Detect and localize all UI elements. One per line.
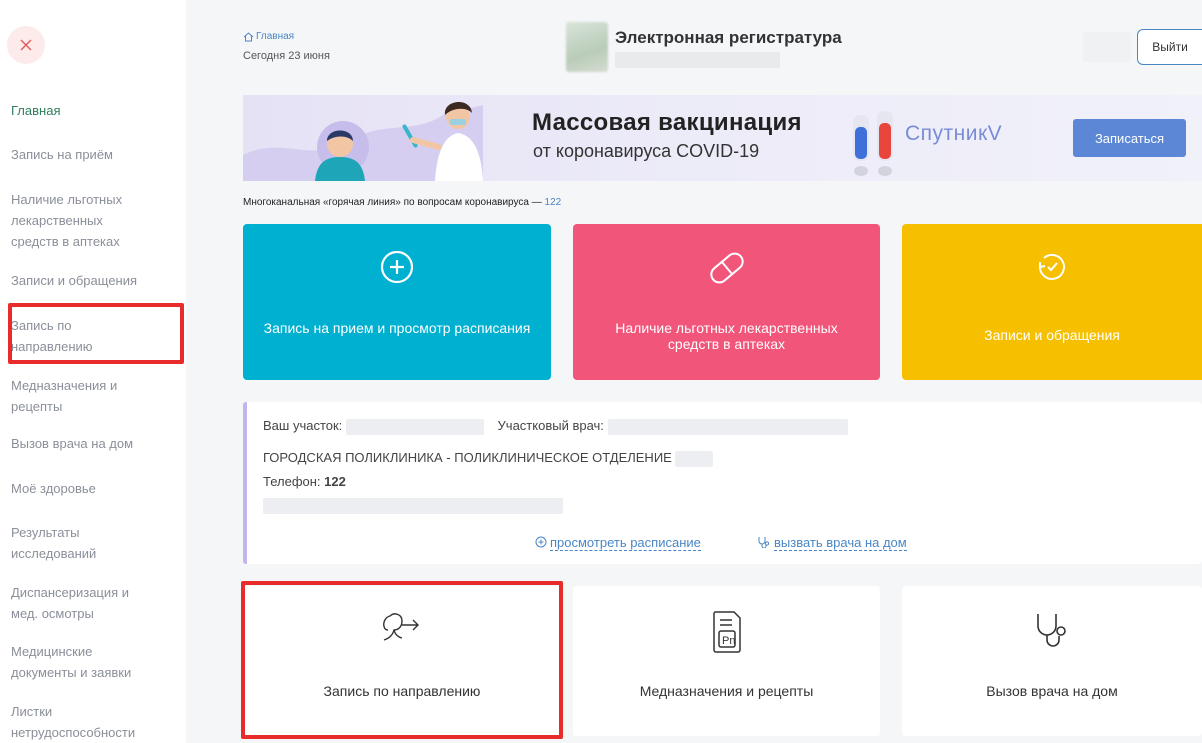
banner-subtitle: от коронавируса COVID-19 — [533, 141, 760, 161]
sidebar-item-home[interactable]: Главная — [11, 100, 176, 121]
vaccine-vials-icon — [853, 111, 893, 176]
sputnik-v-logo: СпутникV — [905, 122, 1003, 145]
hotline-number[interactable]: 122 — [545, 197, 562, 208]
breadcrumb[interactable]: Главная — [243, 31, 294, 42]
sidebar-item-medicines[interactable]: Наличие льготных лекарственных средств в… — [11, 189, 141, 252]
phone-row: Телефон: 122 — [263, 474, 346, 489]
clinic-row: ГОРОДСКАЯ ПОЛИКЛИНИКА - ПОЛИКЛИНИЧЕСКОЕ … — [263, 450, 714, 467]
stethoscope-small-icon — [758, 537, 770, 548]
hotline-info: Многоканальная «горячая линия» по вопрос… — [243, 197, 561, 208]
vaccination-banner: Массовая вакцинация от коронавируса COVI… — [243, 95, 1202, 181]
sidebar-item-results[interactable]: Результаты исследований — [11, 522, 131, 564]
card-referral[interactable]: Запись по направлению — [243, 586, 561, 736]
banner-title: Массовая вакцинация — [532, 109, 802, 136]
district-value-redacted — [345, 418, 484, 435]
doctor-value-redacted — [607, 418, 848, 435]
history-icon — [1039, 253, 1065, 280]
close-icon — [20, 39, 32, 51]
prescription-icon: Pn — [712, 611, 741, 653]
call-doctor-link[interactable]: вызвать врача на дом — [774, 535, 907, 551]
logout-button[interactable]: Выйти — [1137, 29, 1202, 65]
sidebar-item-prescriptions[interactable]: Медназначения и рецепты — [11, 375, 141, 417]
sidebar-item-sick-leave[interactable]: Листки нетрудоспособности — [11, 701, 161, 743]
pill-icon — [709, 252, 744, 284]
sidebar-item-health[interactable]: Моё здоровье — [11, 478, 176, 499]
home-icon — [243, 31, 254, 41]
page-title: Электронная регистратура — [615, 28, 842, 47]
district-row: Ваш участок: Участковый врач: — [263, 418, 848, 435]
stethoscope-icon — [1037, 614, 1066, 647]
banner-signup-button[interactable]: Записаться — [1073, 119, 1186, 157]
sidebar: Главная Запись на приём Наличие льготных… — [0, 0, 186, 743]
user-info-redacted — [1083, 32, 1131, 62]
plus-circle-icon — [380, 250, 414, 284]
tile-records[interactable]: Записи и обращения — [902, 224, 1202, 380]
sidebar-item-checkups[interactable]: Диспансеризация и мед. осмотры — [11, 582, 146, 624]
district-label: Ваш участок: — [263, 418, 343, 433]
phone-label: Телефон: — [263, 474, 321, 489]
phone-number: 122 — [324, 474, 346, 489]
card-referral-label: Запись по направлению — [323, 683, 481, 699]
close-sidebar-button[interactable] — [7, 26, 45, 64]
plus-circle-small-icon — [535, 536, 547, 548]
organization-logo — [566, 22, 608, 72]
view-schedule-link[interactable]: просмотреть расписание — [550, 535, 701, 551]
current-date: Сегодня 23 июня — [243, 50, 330, 62]
tile-appointment-label: Запись на прием и просмотр расписания — [263, 320, 531, 336]
doctor-label: Участковый врач: — [497, 418, 604, 433]
referral-icon — [383, 613, 419, 641]
card-home-visit[interactable]: Вызов врача на дом — [902, 586, 1202, 736]
breadcrumb-home[interactable]: Главная — [256, 31, 294, 42]
card-prescriptions-label: Медназначения и рецепты — [639, 683, 814, 699]
tile-records-label: Записи и обращения — [984, 327, 1120, 343]
tile-medicines[interactable]: Наличие льготных лекарственных средств в… — [573, 224, 880, 380]
sidebar-item-home-visit[interactable]: Вызов врача на дом — [11, 433, 176, 454]
address-redacted — [263, 498, 563, 514]
tile-medicines-label: Наличие льготных лекарственных средств в… — [615, 320, 838, 352]
svg-text:Pn: Pn — [722, 635, 735, 647]
organization-name-redacted — [615, 52, 780, 68]
clinic-number-redacted — [675, 450, 714, 467]
tile-appointment[interactable]: Запись на прием и просмотр расписания — [243, 224, 551, 380]
sidebar-item-appointment[interactable]: Запись на приём — [11, 144, 176, 165]
vaccination-illustration — [243, 101, 483, 181]
sidebar-item-referral[interactable]: Запись по направлению — [11, 315, 121, 357]
sidebar-item-documents[interactable]: Медицинские документы и заявки — [11, 641, 161, 683]
sidebar-item-records[interactable]: Записи и обращения — [11, 270, 176, 291]
card-prescriptions[interactable]: Pn Медназначения и рецепты — [573, 586, 880, 736]
hotline-text: Многоканальная «горячая линия» по вопрос… — [243, 197, 545, 208]
district-info-card: Ваш участок: Участковый врач: ГОРОДСКАЯ … — [243, 402, 1202, 564]
clinic-name: ГОРОДСКАЯ ПОЛИКЛИНИКА - ПОЛИКЛИНИЧЕСКОЕ … — [263, 450, 672, 465]
card-home-visit-label: Вызов врача на дом — [986, 683, 1118, 699]
